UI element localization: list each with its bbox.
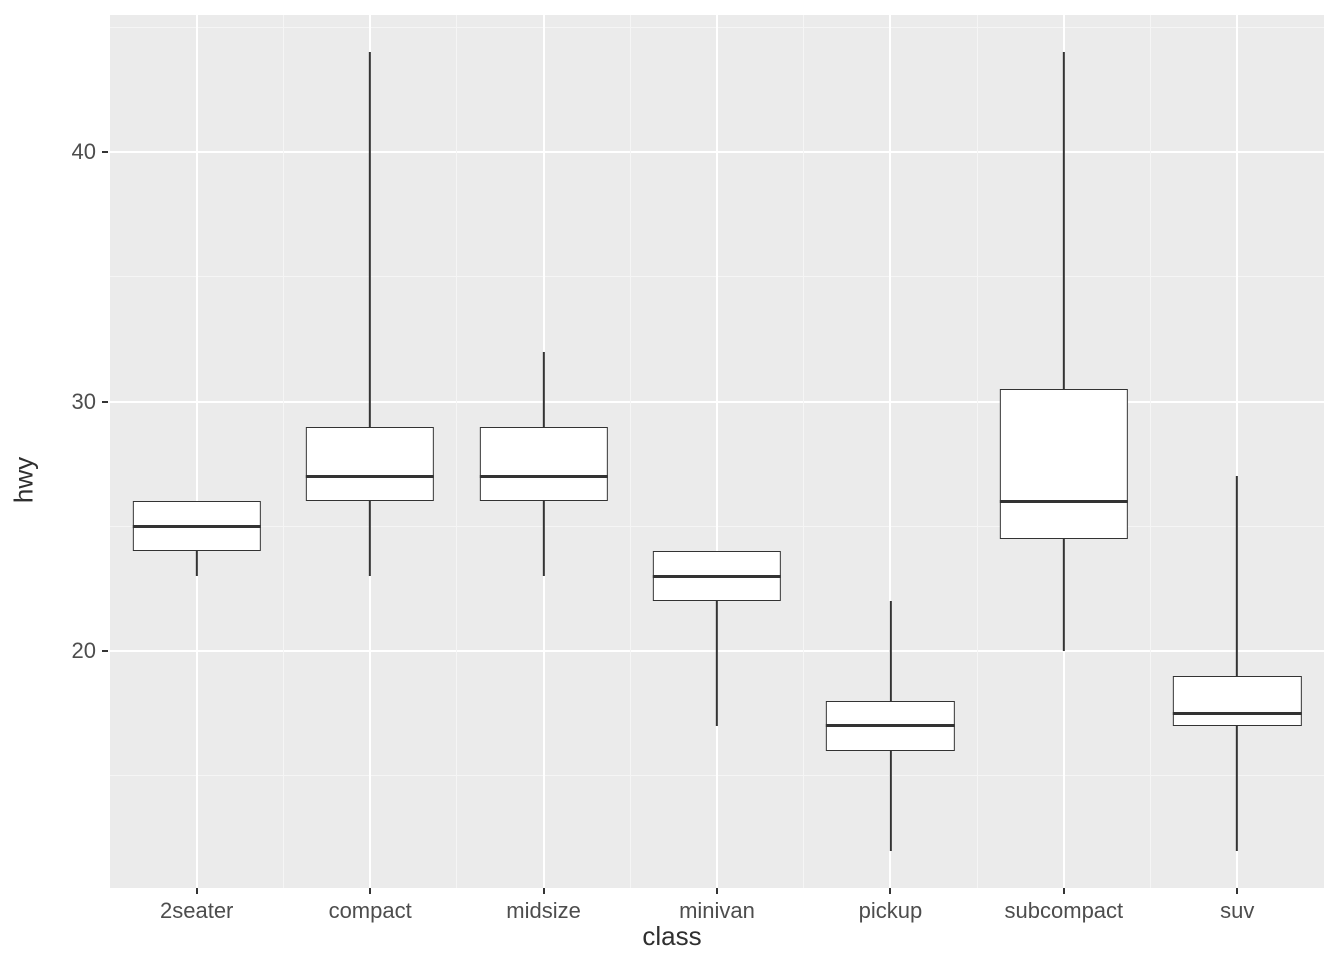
- box: [306, 427, 434, 502]
- y-tick-mark: [102, 151, 108, 153]
- x-tick-mark: [196, 888, 198, 894]
- y-axis-title: hwy: [8, 457, 39, 503]
- plot-panel: 2030402seatercompactmidsizeminivanpickup…: [110, 15, 1324, 888]
- boxplot-minivan: [653, 15, 781, 888]
- gridline-minor-v: [456, 15, 457, 888]
- x-tick-label: minivan: [679, 898, 755, 924]
- y-tick-label: 40: [72, 139, 96, 165]
- x-tick-label: subcompact: [1005, 898, 1124, 924]
- x-tick-mark: [1236, 888, 1238, 894]
- gridline-minor-v: [1150, 15, 1151, 888]
- x-tick-mark: [716, 888, 718, 894]
- median-line: [306, 475, 434, 478]
- x-tick-label: compact: [329, 898, 412, 924]
- y-tick-mark: [102, 650, 108, 652]
- median-line: [826, 724, 954, 727]
- gridline-minor-v: [803, 15, 804, 888]
- boxplot-chart: hwy class 2030402seatercompactmidsizemin…: [0, 0, 1344, 960]
- gridline-minor-v: [283, 15, 284, 888]
- median-line: [653, 575, 781, 578]
- x-axis-title: class: [642, 921, 701, 952]
- gridline-minor-v: [630, 15, 631, 888]
- whisker-line: [1063, 52, 1065, 651]
- y-tick-label: 20: [72, 638, 96, 664]
- box: [1173, 676, 1301, 726]
- x-tick-label: 2seater: [160, 898, 233, 924]
- boxplot-subcompact: [1000, 15, 1128, 888]
- x-tick-label: midsize: [506, 898, 581, 924]
- x-tick-label: suv: [1220, 898, 1254, 924]
- median-line: [1000, 500, 1128, 503]
- boxplot-suv: [1173, 15, 1301, 888]
- median-line: [1173, 712, 1301, 715]
- boxplot-2seater: [133, 15, 261, 888]
- box: [1000, 389, 1128, 539]
- x-tick-mark: [889, 888, 891, 894]
- y-tick-mark: [102, 401, 108, 403]
- boxplot-midsize: [479, 15, 607, 888]
- gridline-minor-v: [977, 15, 978, 888]
- x-tick-label: pickup: [859, 898, 923, 924]
- whisker-line: [1236, 476, 1238, 850]
- x-tick-mark: [369, 888, 371, 894]
- x-tick-mark: [1063, 888, 1065, 894]
- boxplot-compact: [306, 15, 434, 888]
- y-tick-label: 30: [72, 389, 96, 415]
- box: [479, 427, 607, 502]
- median-line: [133, 525, 261, 528]
- boxplot-pickup: [826, 15, 954, 888]
- x-tick-mark: [543, 888, 545, 894]
- median-line: [479, 475, 607, 478]
